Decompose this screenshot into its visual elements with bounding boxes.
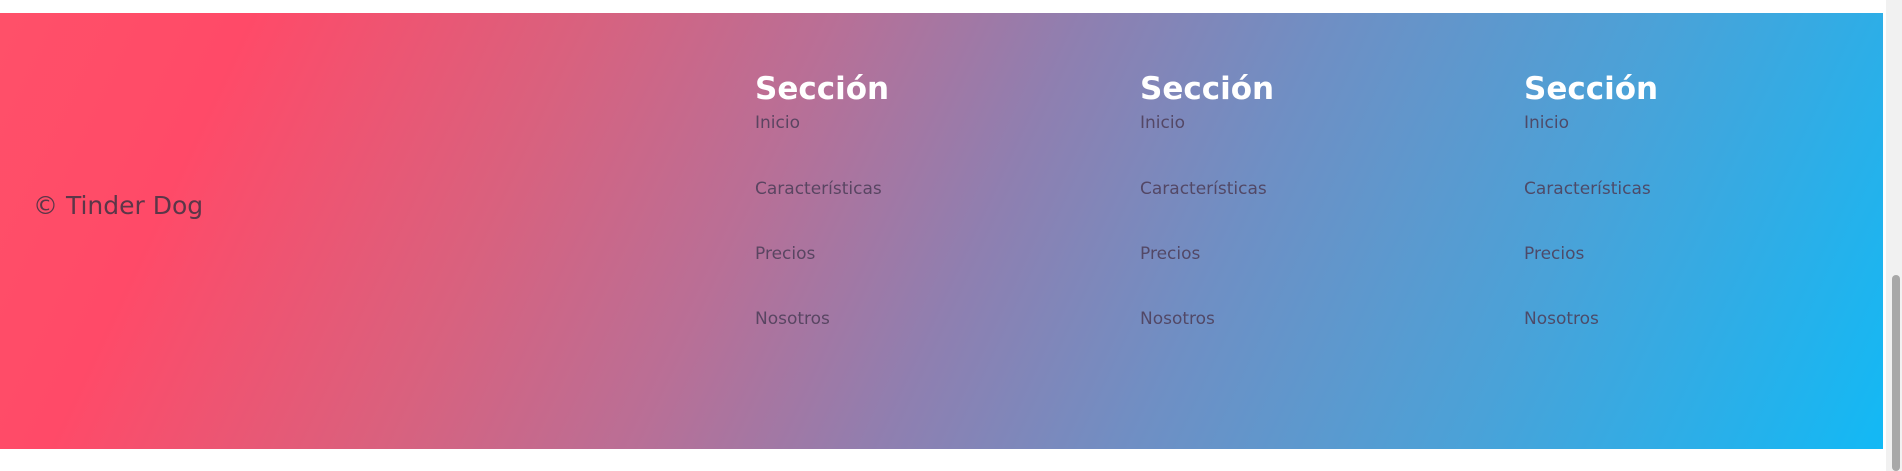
footer-link-precios[interactable]: Precios xyxy=(1140,244,1440,265)
footer-link-caracteristicas[interactable]: Características xyxy=(755,179,1055,200)
footer-column-title: Sección xyxy=(755,71,890,107)
footer-link-inicio[interactable]: Inicio xyxy=(1140,113,1440,134)
vertical-scrollbar[interactable] xyxy=(1886,0,1902,471)
page: © Tinder Dog Sección Inicio Característi… xyxy=(0,0,1902,471)
footer-link-nosotros[interactable]: Nosotros xyxy=(1140,309,1440,330)
footer-link-caracteristicas[interactable]: Características xyxy=(1140,179,1440,200)
footer-column-1: Sección Inicio Características Precios N… xyxy=(755,69,1055,330)
footer-link-inicio[interactable]: Inicio xyxy=(1524,113,1824,134)
footer: © Tinder Dog Sección Inicio Característi… xyxy=(0,13,1883,449)
footer-column-2: Sección Inicio Características Precios N… xyxy=(1140,69,1440,330)
scrollbar-thumb[interactable] xyxy=(1892,275,1900,471)
footer-column-title: Sección xyxy=(1140,71,1275,107)
footer-link-inicio[interactable]: Inicio xyxy=(755,113,1055,134)
footer-link-nosotros[interactable]: Nosotros xyxy=(1524,309,1824,330)
footer-link-precios[interactable]: Precios xyxy=(1524,244,1824,265)
copyright-text: © Tinder Dog xyxy=(33,191,204,220)
footer-link-caracteristicas[interactable]: Características xyxy=(1524,179,1824,200)
footer-column-3: Sección Inicio Características Precios N… xyxy=(1524,69,1824,330)
footer-link-precios[interactable]: Precios xyxy=(755,244,1055,265)
footer-column-title: Sección xyxy=(1524,71,1659,107)
footer-link-nosotros[interactable]: Nosotros xyxy=(755,309,1055,330)
